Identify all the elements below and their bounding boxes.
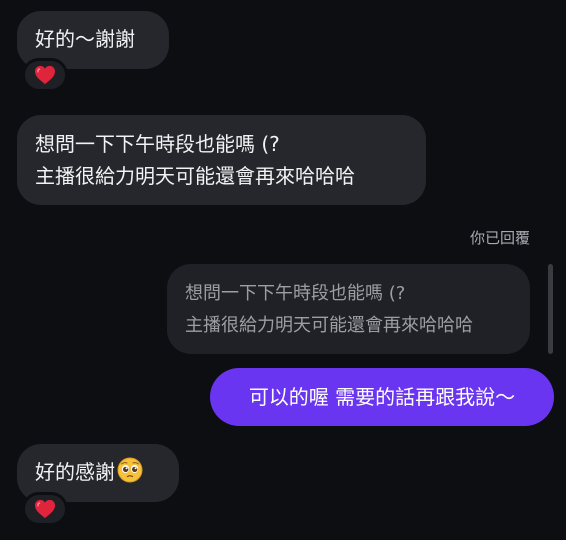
message-text-line: 想問一下下午時段也能嗎 (? bbox=[35, 132, 280, 156]
heart-icon bbox=[35, 65, 55, 85]
message-text: 可以的喔 需要的話再跟我說～ bbox=[248, 385, 516, 409]
message-text: 好的～謝謝 bbox=[35, 27, 135, 51]
pleading-face-emoji bbox=[117, 457, 143, 492]
quoted-message[interactable]: 想問一下下午時段也能嗎 (? 主播很給力明天可能還會再來哈哈哈 bbox=[167, 264, 530, 354]
outgoing-message-bubble[interactable]: 可以的喔 需要的話再跟我說～ bbox=[210, 368, 554, 426]
quoted-text-line: 想問一下下午時段也能嗎 (? bbox=[185, 283, 406, 304]
chat-thread: 好的～謝謝 想問一下下午時段也能嗎 (? 主播很給力明天可能還會再來哈哈哈 你已… bbox=[0, 0, 566, 540]
reply-label: 你已回覆 bbox=[469, 229, 530, 247]
quoted-text-line: 主播很給力明天可能還會再來哈哈哈 bbox=[185, 315, 473, 336]
message-reaction[interactable] bbox=[22, 492, 68, 526]
message-text: 好的感謝 bbox=[35, 460, 115, 484]
message-text-line: 主播很給力明天可能還會再來哈哈哈 bbox=[35, 164, 355, 188]
reply-indicator-bar bbox=[548, 264, 553, 354]
heart-icon bbox=[35, 499, 55, 519]
message-reaction[interactable] bbox=[22, 58, 68, 92]
incoming-message-bubble[interactable]: 想問一下下午時段也能嗎 (? 主播很給力明天可能還會再來哈哈哈 bbox=[17, 115, 426, 205]
